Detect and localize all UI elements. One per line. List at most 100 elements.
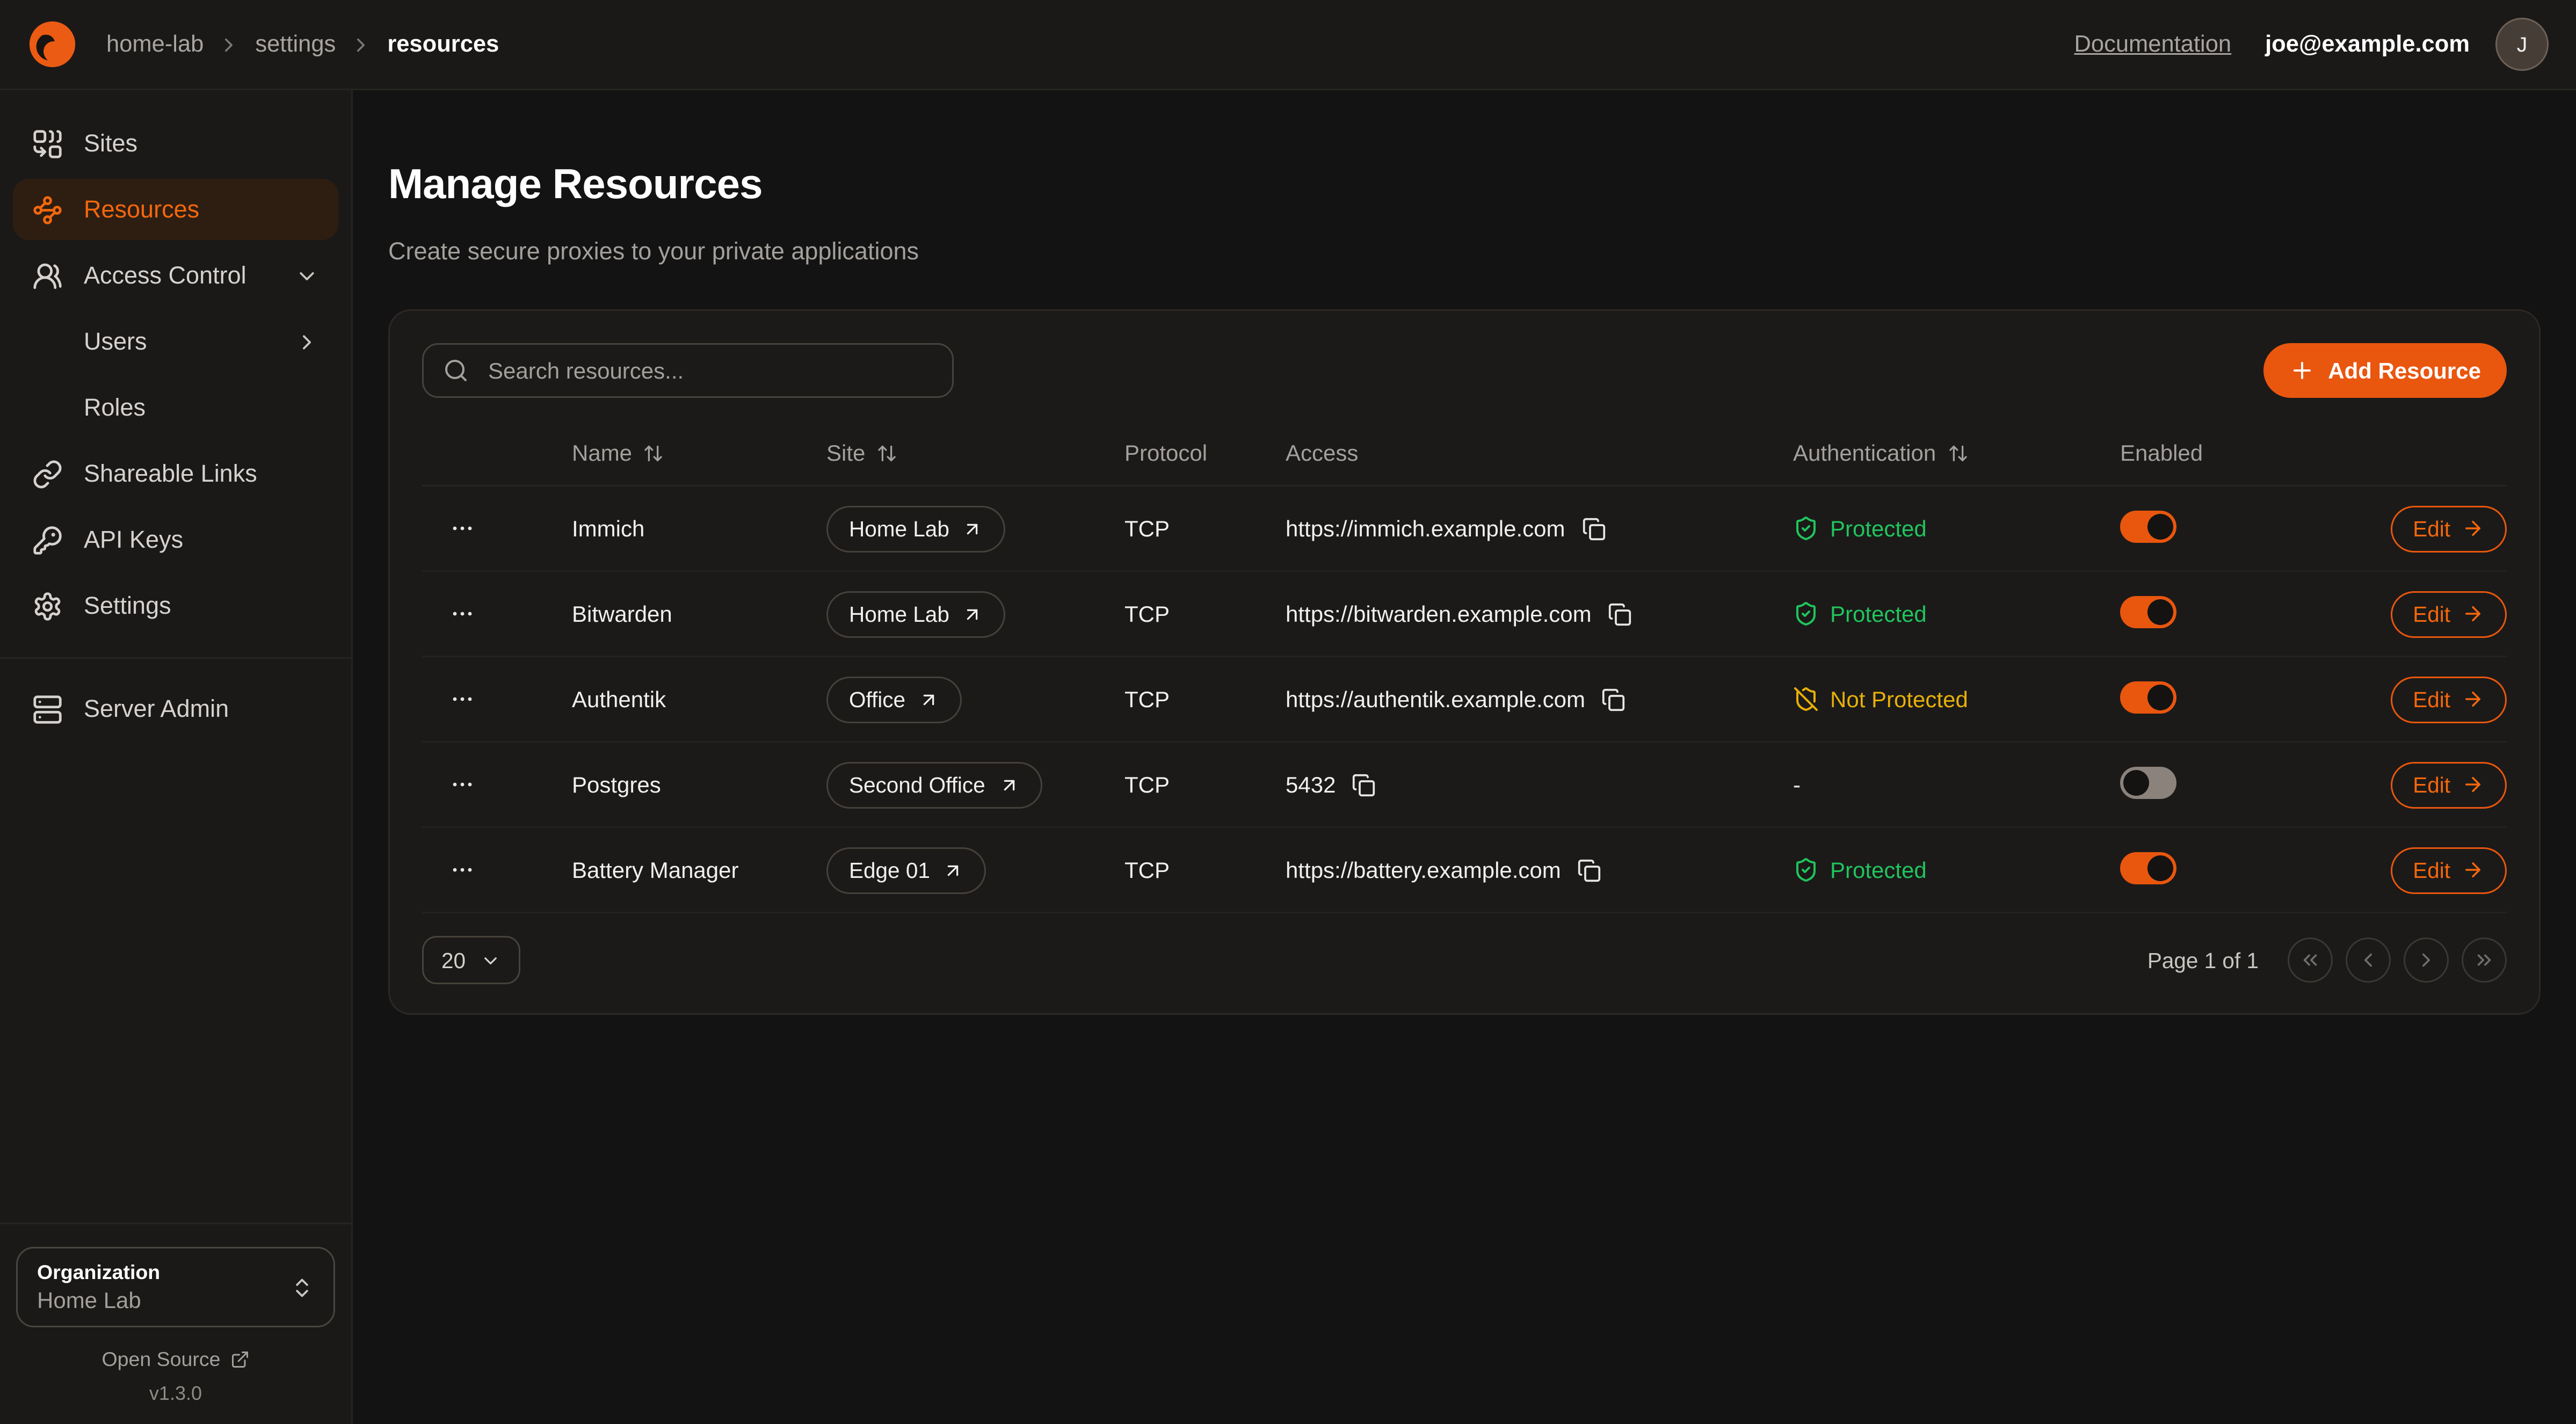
copy-button[interactable]	[1608, 602, 1632, 626]
access-cell: https://immich.example.com	[1286, 515, 1793, 541]
page-label: Page 1 of 1	[2147, 948, 2259, 972]
sidebar: Sites Resources Access Control	[0, 90, 353, 1424]
topbar-left: home-lab settings resources	[27, 19, 499, 69]
add-resource-button[interactable]: Add Resource	[2263, 343, 2507, 398]
edit-label: Edit	[2413, 517, 2450, 541]
page-title: Manage Resources	[388, 160, 2541, 210]
sidebar-item-label: Access Control	[84, 262, 246, 289]
sidebar-item-shareable-links[interactable]: Shareable Links	[13, 443, 338, 504]
table-header: Name Site Protocol	[422, 420, 2507, 486]
enabled-cell	[2120, 510, 2338, 547]
site-link-button[interactable]: Home Lab	[826, 505, 1006, 552]
toggle-knob	[2123, 769, 2149, 795]
access-cell: https://authentik.example.com	[1286, 686, 1793, 712]
row-menu-button[interactable]	[441, 593, 483, 635]
waypoints-icon	[32, 194, 63, 225]
breadcrumb-settings[interactable]: settings	[255, 32, 336, 57]
first-page-button[interactable]	[2288, 938, 2333, 983]
copy-button[interactable]	[1352, 773, 1376, 797]
column-header-site[interactable]: Site	[826, 440, 1124, 466]
enabled-toggle[interactable]	[2120, 510, 2176, 542]
row-menu-button[interactable]	[441, 678, 483, 720]
copy-button[interactable]	[1577, 858, 1601, 882]
sidebar-item-label: Shareable Links	[84, 460, 257, 488]
page-size-select[interactable]: 20	[422, 936, 520, 984]
auth-status-label: Not Protected	[1830, 686, 1968, 712]
enabled-toggle[interactable]	[2120, 681, 2176, 713]
edit-button[interactable]: Edit	[2390, 505, 2507, 552]
sidebar-item-label: Roles	[84, 394, 146, 422]
site-link-button[interactable]: Edge 01	[826, 847, 986, 893]
access-value: https://immich.example.com	[1286, 515, 1565, 541]
prev-page-button[interactable]	[2346, 938, 2391, 983]
site-name: Second Office	[849, 773, 985, 797]
copy-icon	[1577, 858, 1601, 882]
avatar[interactable]: J	[2495, 18, 2549, 71]
user-email[interactable]: joe@example.com	[2265, 32, 2470, 57]
toggle-knob	[2147, 684, 2173, 710]
ellipsis-icon	[449, 686, 475, 712]
auth-status-badge: Protected	[1793, 515, 2120, 541]
chevron-right-icon	[218, 33, 241, 56]
topbar: home-lab settings resources Documentatio…	[0, 0, 2576, 90]
access-value: 5432	[1286, 772, 1336, 797]
enabled-toggle[interactable]	[2120, 852, 2176, 884]
table-body: Immich Home Lab TCP https://immich.examp…	[422, 486, 2507, 913]
arrow-up-right-icon	[962, 518, 983, 539]
enabled-toggle[interactable]	[2120, 595, 2176, 628]
edit-cell: Edit	[2338, 505, 2507, 552]
site-name: Home Lab	[849, 602, 949, 626]
resource-name: Battery Manager	[572, 857, 826, 883]
breadcrumb-org[interactable]: home-lab	[106, 32, 204, 57]
site-link-button[interactable]: Home Lab	[826, 591, 1006, 637]
arrow-up-right-icon	[918, 689, 939, 710]
column-label: Protocol	[1124, 440, 1207, 466]
arrow-up-right-icon	[998, 774, 1019, 795]
next-page-button[interactable]	[2404, 938, 2449, 983]
sidebar-item-settings[interactable]: Settings	[13, 575, 338, 636]
pangolin-logo-icon[interactable]	[27, 19, 77, 69]
search-input[interactable]	[485, 356, 933, 385]
site-name: Edge 01	[849, 858, 930, 882]
access-value: https://bitwarden.example.com	[1286, 601, 1592, 627]
edit-button[interactable]: Edit	[2390, 591, 2507, 637]
key-icon	[32, 525, 63, 555]
external-link-icon	[230, 1350, 249, 1369]
sidebar-divider	[0, 657, 351, 659]
sidebar-item-sites[interactable]: Sites	[13, 113, 338, 174]
last-page-button[interactable]	[2462, 938, 2507, 983]
sidebar-item-roles[interactable]: Roles	[13, 377, 338, 438]
sidebar-item-label: Settings	[84, 592, 171, 620]
site-link-button[interactable]: Second Office	[826, 761, 1042, 808]
open-source-link[interactable]: Open Source	[16, 1348, 335, 1371]
sidebar-item-api-keys[interactable]: API Keys	[13, 509, 338, 570]
organization-selector[interactable]: Organization Home Lab	[16, 1247, 335, 1327]
column-header-name[interactable]: Name	[572, 440, 826, 466]
row-menu-button[interactable]	[441, 764, 483, 805]
copy-icon	[1352, 773, 1376, 797]
copy-button[interactable]	[1601, 687, 1626, 711]
column-header-authentication[interactable]: Authentication	[1793, 440, 2120, 466]
sidebar-item-resources[interactable]: Resources	[13, 179, 338, 240]
arrow-up-right-icon	[962, 604, 983, 624]
site-link-button[interactable]: Office	[826, 676, 962, 723]
edit-button[interactable]: Edit	[2390, 761, 2507, 808]
protocol-value: TCP	[1124, 857, 1286, 883]
sidebar-item-server-admin[interactable]: Server Admin	[13, 678, 338, 739]
site-cell: Edge 01	[826, 847, 1124, 893]
enabled-toggle[interactable]	[2120, 766, 2176, 798]
shell: Sites Resources Access Control	[0, 90, 2576, 1424]
arrow-up-right-icon	[943, 860, 964, 881]
row-menu-button[interactable]	[441, 507, 483, 549]
documentation-link[interactable]: Documentation	[2074, 32, 2232, 57]
edit-button[interactable]: Edit	[2390, 676, 2507, 723]
edit-button[interactable]: Edit	[2390, 847, 2507, 893]
shield-check-icon	[1793, 515, 1819, 541]
row-menu-button[interactable]	[441, 849, 483, 891]
copy-button[interactable]	[1581, 517, 1606, 541]
shield-check-icon	[1793, 601, 1819, 627]
enabled-cell	[2120, 852, 2338, 889]
sidebar-item-users[interactable]: Users	[13, 311, 338, 372]
access-cell: https://battery.example.com	[1286, 857, 1793, 883]
sidebar-item-access-control[interactable]: Access Control	[13, 245, 338, 306]
